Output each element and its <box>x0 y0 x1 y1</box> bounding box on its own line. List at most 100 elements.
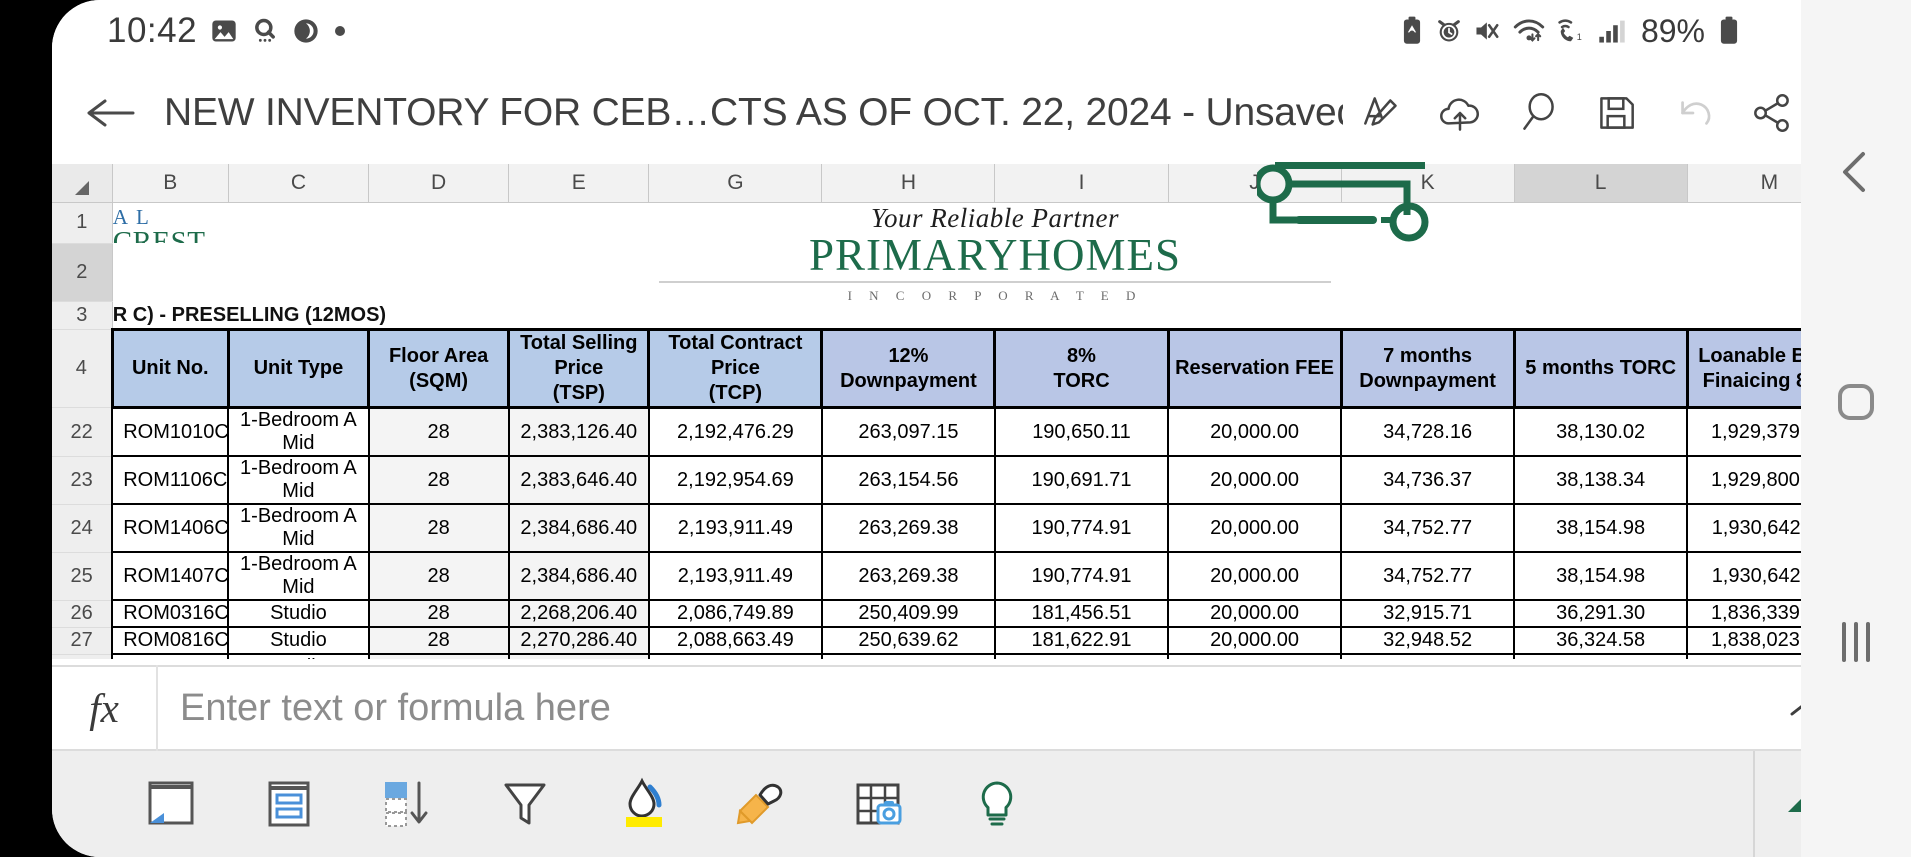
search-icon[interactable] <box>1499 74 1577 152</box>
th-floor-area[interactable]: Floor Area (SQM) <box>367 328 511 410</box>
th-unit-no[interactable]: Unit No. <box>110 328 230 410</box>
cell-tsp[interactable]: 2,384,686.40 <box>507 551 650 602</box>
column-header-H[interactable]: H <box>821 164 996 203</box>
cell-unit-type[interactable]: 1-Bedroom A Mid <box>227 503 370 554</box>
cell-tcp[interactable]: 2,086,749.89 <box>647 599 823 629</box>
th-5-months-torc[interactable]: 5 months TORC <box>1512 328 1689 410</box>
cell-reservation[interactable]: 20,000.00 <box>1167 551 1343 602</box>
row-header-23[interactable]: 23 <box>52 456 113 505</box>
cell-reservation[interactable]: 20,000.00 <box>1167 626 1343 656</box>
table-row[interactable]: 26 ROM0316C Studio 28 2,268,206.40 2,086… <box>52 599 1853 629</box>
format-painter-icon[interactable] <box>702 751 820 857</box>
cell-unit-no[interactable]: ROM1010C <box>111 406 230 458</box>
banner-right-cell[interactable] <box>1341 202 1852 244</box>
row-header-28[interactable]: 28 <box>52 654 113 659</box>
primaryhomes-logo-cell[interactable]: Your Reliable Partner PRIMARYHOMES I N C… <box>648 202 1342 302</box>
share-icon[interactable] <box>1733 74 1811 152</box>
fx-icon[interactable]: fx <box>52 665 158 751</box>
table-row[interactable]: 22 ROM1010C 1-Bedroom A Mid 28 2,383,126… <box>52 406 1853 458</box>
cell-floor-area[interactable]: 28 <box>367 653 510 659</box>
table-row[interactable]: 24 ROM1406C 1-Bedroom A Mid 28 2,384,686… <box>52 503 1853 554</box>
cell-reservation[interactable]: 20,000.00 <box>1167 599 1343 629</box>
table-row[interactable]: 23 ROM1106C 1-Bedroom A Mid 28 2,383,646… <box>52 455 1853 506</box>
nav-back-icon[interactable] <box>1801 132 1911 212</box>
column-header-B[interactable]: B <box>112 164 229 203</box>
cell-dp7[interactable]: 34,752.77 <box>1340 503 1516 554</box>
table-header-row[interactable]: 4 Unit No. Unit Type Floor Area (SQM) To… <box>52 328 1853 410</box>
edit-pen-icon[interactable] <box>1343 74 1421 152</box>
cell-unit-type[interactable]: Studio <box>227 599 370 629</box>
row-header-3[interactable]: 3 <box>52 301 113 331</box>
cell-floor-area[interactable]: 28 <box>367 626 510 656</box>
cell-dp12[interactable]: 263,154.56 <box>820 455 996 506</box>
cell-tcp[interactable]: 2,192,954.69 <box>647 455 823 506</box>
cell-dp7[interactable]: 34,752.77 <box>1340 551 1516 602</box>
cell-unit-no[interactable]: ROM0316C <box>111 599 230 629</box>
row-header-1[interactable]: 1 <box>52 202 113 244</box>
cell-torc5[interactable]: 38,154.98 <box>1513 503 1689 554</box>
banner-row2-right[interactable] <box>1341 243 1852 302</box>
th-unit-type[interactable]: Unit Type <box>226 328 371 410</box>
filter-icon[interactable] <box>466 751 584 857</box>
save-icon[interactable] <box>1577 74 1655 152</box>
cell-reservation[interactable]: 20,000.00 <box>1167 653 1343 659</box>
cell-dp7[interactable]: 34,736.37 <box>1340 455 1516 506</box>
cell-unit-type[interactable]: Studio <box>227 626 370 656</box>
row-header-24[interactable]: 24 <box>52 504 113 553</box>
cell-torc8[interactable]: 190,691.71 <box>993 455 1170 506</box>
column-header-J[interactable]: J <box>1168 164 1342 203</box>
cell-floor-area[interactable]: 28 <box>367 455 510 506</box>
th-7-months-downpayment[interactable]: 7 months Downpayment <box>1339 328 1516 410</box>
row-header-26[interactable]: 26 <box>52 600 113 628</box>
cell-floor-area[interactable]: 28 <box>367 599 510 629</box>
cell-dp7[interactable]: 32,915.71 <box>1340 599 1516 629</box>
back-button[interactable] <box>64 93 156 133</box>
select-all-corner[interactable] <box>52 164 113 203</box>
document-title[interactable]: NEW INVENTORY FOR CEB…CTS AS OF OCT. 22,… <box>156 91 1343 135</box>
cell-tsp[interactable]: 2,384,686.40 <box>507 503 650 554</box>
cell-tsp[interactable]: 2,383,126.40 <box>507 406 650 458</box>
cell-floor-area[interactable]: 28 <box>367 503 510 554</box>
cell-unit-type[interactable]: 1-Bedroom A Mid <box>227 551 370 602</box>
fill-color-icon[interactable] <box>584 751 702 857</box>
cell-dp12[interactable]: 263,097.15 <box>820 406 996 458</box>
cell-tsp[interactable]: 2,270,286.40 <box>507 626 650 656</box>
cell-dp12[interactable]: 250,639.62 <box>820 626 996 656</box>
split-view-icon[interactable] <box>230 751 348 857</box>
cell-tcp[interactable]: 2,193,911.49 <box>647 551 823 602</box>
sort-icon[interactable] <box>348 751 466 857</box>
column-header-C[interactable]: C <box>228 164 370 203</box>
column-header-row[interactable]: B C D E G H I J K L M <box>52 164 1853 203</box>
cell-torc5[interactable]: 38,130.02 <box>1513 406 1689 458</box>
smart-tip-icon[interactable] <box>938 751 1056 857</box>
cell-unit-type[interactable]: Studio <box>227 653 370 659</box>
row-header-27[interactable]: 27 <box>52 627 113 655</box>
th-total-contract-price[interactable]: Total Contract Price (TCP) <box>647 328 824 410</box>
cell-tsp[interactable]: 2,272,366.40 <box>507 653 650 659</box>
banner-row3-right[interactable] <box>648 301 1852 330</box>
table-row[interactable]: 25 ROM1407C 1-Bedroom A Mid 28 2,384,686… <box>52 551 1853 602</box>
th-torc-8[interactable]: 8% TORC <box>993 328 1170 410</box>
row-header-25[interactable]: 25 <box>52 552 113 601</box>
column-header-E[interactable]: E <box>508 164 650 203</box>
cell-dp12[interactable]: 250,869.25 <box>820 653 996 659</box>
row-header-4[interactable]: 4 <box>52 329 113 409</box>
cell-torc8[interactable]: 190,774.91 <box>993 503 1170 554</box>
column-header-L[interactable]: L <box>1514 164 1688 203</box>
cell-tcp[interactable]: 2,193,911.49 <box>647 503 823 554</box>
th-reservation-fee[interactable]: Reservation FEE <box>1166 328 1343 410</box>
column-header-D[interactable]: D <box>368 164 510 203</box>
banner-row-1[interactable]: 1 A L CREST A N Your Reliable Partner PR… <box>52 202 1852 302</box>
table-row[interactable]: 27 ROM0816C Studio 28 2,270,286.40 2,088… <box>52 626 1853 656</box>
cell-torc8[interactable]: 190,650.11 <box>993 406 1170 458</box>
cell-dp12[interactable]: 250,409.99 <box>820 599 996 629</box>
cell-torc5[interactable]: 36,291.30 <box>1513 599 1689 629</box>
cell-floor-area[interactable]: 28 <box>367 551 510 602</box>
cell-dp7[interactable]: 32,981.32 <box>1340 653 1516 659</box>
table-capture-icon[interactable] <box>820 751 938 857</box>
cell-tcp[interactable]: 2,192,476.29 <box>647 406 823 458</box>
cell-torc8[interactable]: 181,789.31 <box>993 653 1170 659</box>
cell-tsp[interactable]: 2,383,646.40 <box>507 455 650 506</box>
table-row[interactable]: 28 ROM1216C Studio 28 2,272,366.40 2,090… <box>52 653 1853 659</box>
cell-unit-type[interactable]: 1-Bedroom A Mid <box>227 406 370 458</box>
